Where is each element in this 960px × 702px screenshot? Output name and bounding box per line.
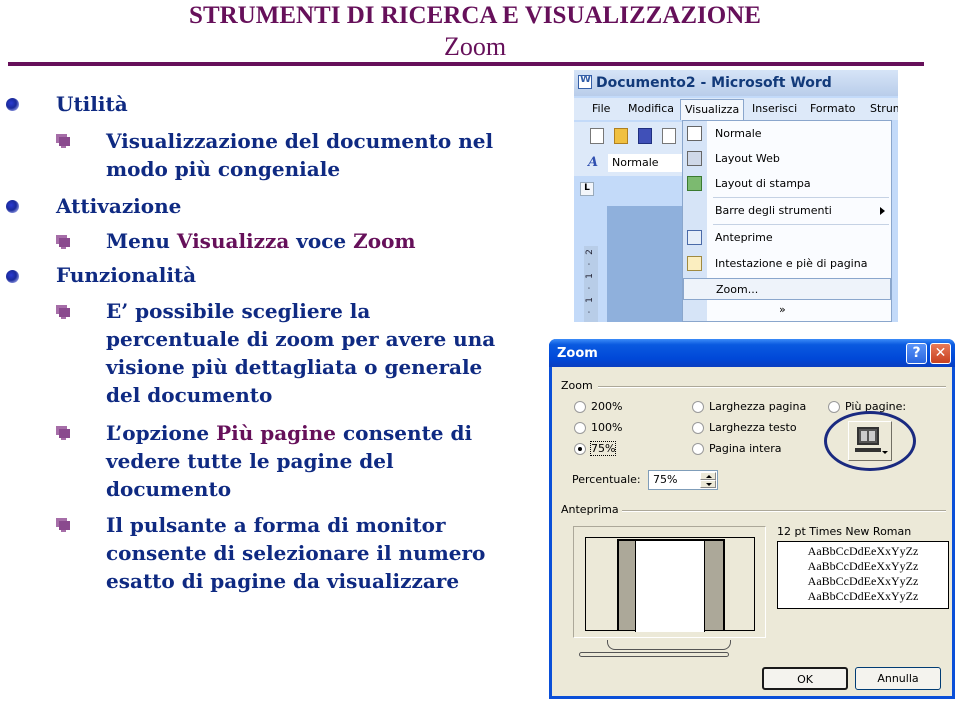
menu-item-normale[interactable]: Normale [683, 123, 891, 145]
round-bullet-icon [6, 98, 19, 111]
expand-menu-icon[interactable]: » [779, 303, 786, 316]
monitor-bullet-icon [56, 134, 70, 148]
percent-value: 75% [653, 473, 678, 486]
new-document-icon[interactable] [590, 128, 604, 144]
save-icon[interactable] [638, 128, 652, 144]
dialog-titlebar: Zoom ? ✕ [549, 339, 955, 367]
menu-item-barre-strumenti[interactable]: Barre degli strumenti [683, 200, 891, 222]
menu-item-layout-web[interactable]: Layout Web [683, 148, 891, 170]
font-label: 12 pt Times New Roman [777, 525, 912, 538]
menu-formato[interactable]: Formato [810, 102, 856, 115]
permission-icon[interactable] [662, 128, 676, 144]
menu-modifica[interactable]: Modifica [628, 102, 674, 115]
zoom-dialog: Zoom ? ✕ Zoom 200% 100% 75% Larghezza pa… [549, 339, 955, 699]
vertical-ruler: 2 · 1 · 1 · [584, 246, 598, 322]
percent-label: Percentuale: [572, 473, 641, 486]
spin-down-button[interactable] [700, 480, 716, 488]
preview-group-label: Anteprima [561, 503, 619, 516]
menu-item-zoom[interactable]: Zoom... [683, 278, 891, 300]
tab-selector[interactable]: L [580, 182, 594, 196]
header-footer-icon [687, 256, 702, 271]
monitor-base [579, 652, 729, 657]
font-sample: AaBbCcDdEeXxYyZz AaBbCcDdEeXxYyZz AaBbCc… [777, 541, 949, 609]
monitor-stand [607, 640, 731, 650]
menu-visualizza[interactable]: Visualizza [680, 99, 745, 120]
menu-item-layout-stampa[interactable]: Layout di stampa [683, 173, 891, 195]
outline-item: L’opzione Più pagine consente di vedere … [106, 421, 473, 501]
round-bullet-icon [6, 270, 19, 283]
style-select[interactable]: Normale [608, 154, 682, 172]
outline-item: Visualizzazione del documento nel modo p… [106, 129, 494, 181]
preview-monitor [573, 526, 766, 638]
monitor-bullet-icon [56, 305, 70, 319]
percent-spinbox[interactable]: 75% [648, 470, 718, 490]
outline-item: Menu Visualizza voce Zoom [106, 229, 416, 253]
menu-inserisci[interactable]: Inserisci [752, 102, 797, 115]
group-divider [598, 386, 946, 388]
standard-toolbar [574, 122, 682, 150]
menu-strumenti[interactable]: Strum [870, 102, 898, 115]
help-button[interactable]: ? [906, 343, 927, 364]
title-divider [8, 62, 924, 66]
visualizza-dropdown-menu: Normale Layout Web Layout di stampa Barr… [682, 120, 892, 322]
round-bullet-icon [6, 200, 19, 213]
normal-view-icon [687, 126, 702, 141]
cancel-button[interactable]: Annulla [855, 667, 941, 690]
menu-file[interactable]: File [592, 102, 610, 115]
thumbnails-icon [687, 230, 702, 245]
monitor-bullet-icon [56, 426, 70, 440]
print-layout-icon [687, 176, 702, 191]
preview-page [635, 541, 705, 632]
monitor-bullet-icon [56, 235, 70, 249]
highlight-circle [824, 411, 916, 471]
slide-title: STRUMENTI DI RICERCA E VISUALIZZAZIONE [189, 2, 761, 29]
open-folder-icon[interactable] [614, 128, 628, 144]
dialog-title: Zoom [557, 346, 598, 361]
spin-up-button[interactable] [700, 472, 716, 480]
group-divider [622, 510, 946, 512]
outline-heading: Funzionalità [56, 263, 197, 287]
word-menubar: File Modifica Visualizza Inserisci Forma… [574, 98, 898, 120]
slide-subtitle: Zoom [443, 32, 507, 61]
monitor-bullet-icon [56, 518, 70, 532]
document-area [607, 206, 687, 322]
outline-heading: Attivazione [56, 194, 182, 218]
close-button[interactable]: ✕ [930, 343, 951, 364]
outline-heading: Utilità [56, 92, 128, 116]
web-layout-icon [687, 151, 702, 166]
word-titlebar: Documento2 - Microsoft Word [574, 70, 898, 96]
menu-item-intestazione[interactable]: Intestazione e piè di pagina [683, 253, 891, 275]
outline-item: Il pulsante a forma di monitor consente … [106, 513, 486, 593]
styles-icon[interactable]: A [588, 155, 598, 170]
word-window-title: Documento2 - Microsoft Word [596, 75, 832, 91]
word-window-screenshot: Documento2 - Microsoft Word File Modific… [574, 70, 898, 322]
outline-item: E’ possibile scegliere la percentuale di… [106, 299, 496, 407]
submenu-arrow-icon [880, 207, 885, 215]
word-app-icon [578, 74, 592, 89]
formatting-toolbar: A Normale [574, 150, 682, 176]
menu-item-anteprime[interactable]: Anteprime [683, 227, 891, 249]
zoom-group-label: Zoom [561, 379, 593, 392]
ok-button[interactable]: OK [762, 667, 848, 690]
